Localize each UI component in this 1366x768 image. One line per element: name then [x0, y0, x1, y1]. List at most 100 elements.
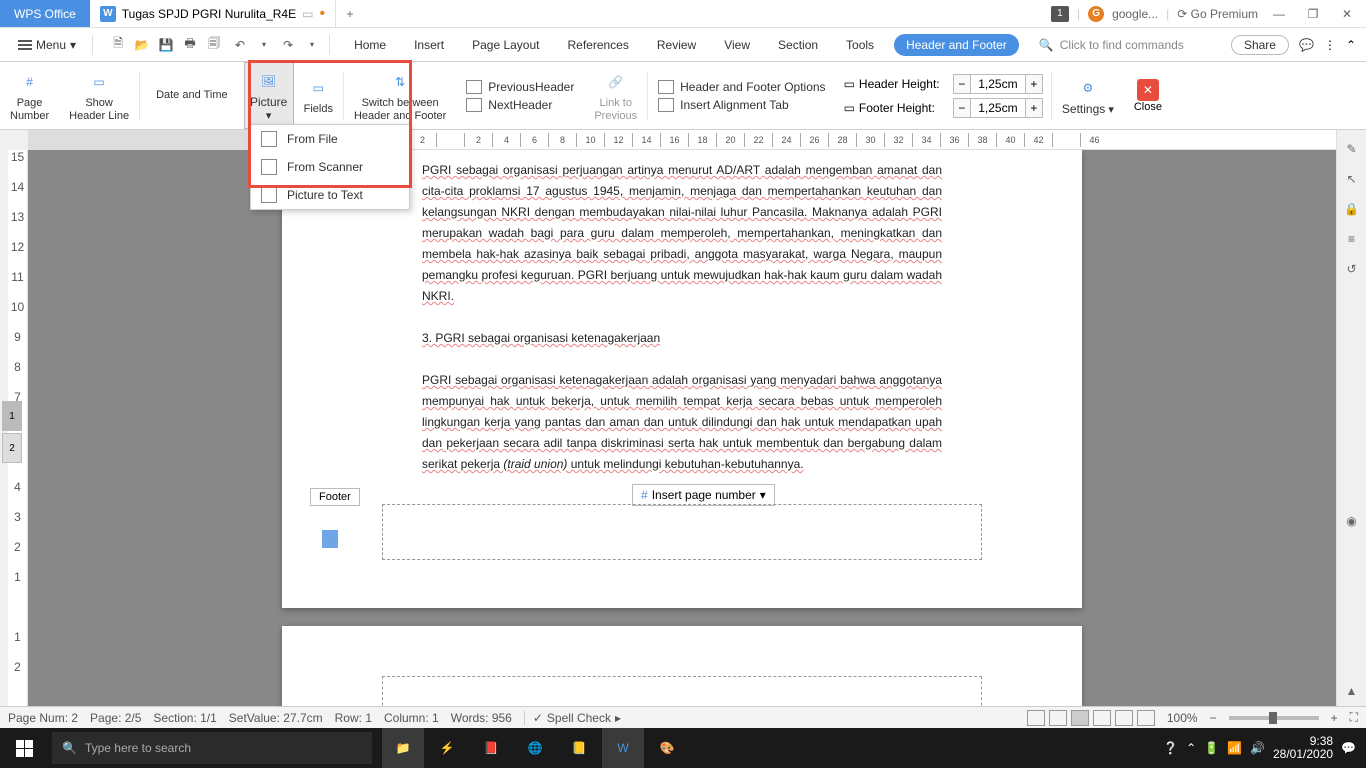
start-button[interactable]	[0, 728, 48, 768]
status-row[interactable]: Row: 1	[335, 711, 372, 725]
tray-expand-icon[interactable]: ⌃	[1186, 741, 1196, 755]
reading-view-icon[interactable]	[1049, 710, 1067, 726]
main-menu-button[interactable]: Menu ▾	[8, 34, 86, 56]
docs-count-badge[interactable]: 1	[1051, 6, 1069, 22]
redo-icon[interactable]: ↷	[277, 34, 299, 56]
print-layout-icon[interactable]	[1071, 710, 1089, 726]
sticky-notes-icon[interactable]: 📒	[558, 728, 600, 768]
app-name-tab[interactable]: WPS Office	[0, 0, 90, 27]
scroll-handle-icon[interactable]: ◉	[1343, 512, 1361, 530]
command-search[interactable]: 🔍 Click to find commands	[1039, 38, 1231, 52]
status-words[interactable]: Words: 956	[451, 711, 512, 725]
zoom-slider[interactable]	[1229, 716, 1319, 720]
horizontal-ruler[interactable]: 2246810121416182022242628303234363840424…	[28, 130, 1336, 150]
eye-protect-icon[interactable]	[1137, 710, 1155, 726]
increment-button[interactable]: +	[1025, 74, 1043, 94]
tab-section[interactable]: Section	[770, 32, 826, 58]
status-column[interactable]: Column: 1	[384, 711, 439, 725]
battery-icon[interactable]: 🔋	[1204, 741, 1219, 755]
taskbar-search[interactable]: 🔍 Type here to search	[52, 732, 372, 764]
history-icon[interactable]: ↺	[1343, 260, 1361, 278]
notifications-icon[interactable]: 💬	[1341, 741, 1356, 755]
tab-page-layout[interactable]: Page Layout	[464, 32, 547, 58]
more-icon[interactable]: ⋮	[1324, 38, 1336, 52]
header-height-spinner[interactable]: − 1,25cm +	[953, 74, 1043, 94]
paint-icon[interactable]: 🎨	[646, 728, 688, 768]
menu-picture-to-text[interactable]: Picture to Text	[251, 181, 409, 209]
hf-options-button[interactable]: Header and Footer Options	[658, 80, 825, 94]
page-nav-1[interactable]: 1	[2, 401, 22, 431]
taskbar-clock[interactable]: 9:38 28/01/2020	[1273, 735, 1333, 761]
decrement-button[interactable]: −	[953, 98, 971, 118]
google-account-icon[interactable]: G	[1088, 6, 1104, 22]
status-setvalue[interactable]: SetValue: 27.7cm	[229, 711, 323, 725]
app-icon-2[interactable]: 📕	[470, 728, 512, 768]
collapse-ribbon-icon[interactable]: ⌃	[1346, 38, 1356, 52]
undo-dropdown-icon[interactable]: ▾	[253, 34, 275, 56]
print-preview-icon[interactable]: 🗐	[203, 34, 225, 56]
status-page[interactable]: Page: 2/5	[90, 711, 141, 725]
menu-from-file[interactable]: From File	[251, 125, 409, 153]
chrome-icon[interactable]: 🌐	[514, 728, 556, 768]
feedback-icon[interactable]: 💬	[1299, 38, 1314, 52]
spell-check-button[interactable]: ✓ Spell Check ▸	[524, 711, 621, 725]
google-label[interactable]: google...	[1112, 7, 1158, 21]
previous-header-button[interactable]: PreviousHeader	[466, 80, 574, 94]
tab-review[interactable]: Review	[649, 32, 704, 58]
picture-button[interactable]: 🖼 Picture ▾	[244, 62, 294, 129]
date-time-button[interactable]: Date and Time	[140, 62, 244, 129]
increment-button[interactable]: +	[1025, 98, 1043, 118]
show-header-line-button[interactable]: ▭ Show Header Line	[59, 62, 139, 129]
fit-page-icon[interactable]: ⛶	[1350, 710, 1358, 725]
paragraph-panel-icon[interactable]: ≡	[1343, 230, 1361, 248]
zoom-value[interactable]: 100%	[1167, 711, 1198, 725]
minimize-button[interactable]: —	[1266, 4, 1292, 24]
tab-references[interactable]: References	[559, 32, 636, 58]
web-layout-icon[interactable]	[1115, 710, 1133, 726]
close-window-button[interactable]: ✕	[1334, 4, 1360, 24]
new-doc-icon[interactable]: 🗎	[107, 34, 129, 56]
go-premium-button[interactable]: ⟳ Go Premium	[1177, 7, 1258, 21]
tab-menu-icon[interactable]: ▭	[302, 7, 313, 21]
fields-button[interactable]: ▭ Fields	[294, 62, 343, 129]
page-nav-2[interactable]: 2	[2, 433, 22, 463]
save-icon[interactable]: 💾	[155, 34, 177, 56]
settings-button[interactable]: ⚙ Settings ▾	[1052, 62, 1124, 129]
document-tab[interactable]: W Tugas SPJD PGRI Nurulita_R4E ▭ •	[90, 0, 336, 27]
insert-page-number-button[interactable]: # Insert page number ▾	[632, 484, 775, 506]
print-icon[interactable]: 🖶	[179, 34, 201, 56]
zoom-in-button[interactable]: +	[1331, 711, 1338, 725]
footer-label-tab[interactable]: Footer	[310, 488, 360, 506]
status-page-num[interactable]: Page Num: 2	[8, 711, 78, 725]
next-header-button[interactable]: NextHeader	[466, 98, 574, 112]
menu-from-scanner[interactable]: From Scanner	[251, 153, 409, 181]
tab-header-footer[interactable]: Header and Footer	[894, 34, 1019, 56]
switch-header-footer-button[interactable]: ⇅ Switch between Header and Footer	[344, 62, 456, 129]
file-explorer-icon[interactable]: 📁	[382, 728, 424, 768]
outline-view-icon[interactable]	[1093, 710, 1111, 726]
restore-button[interactable]: ❐	[1300, 4, 1326, 24]
footer-content-icon[interactable]	[322, 530, 338, 548]
open-icon[interactable]: 📂	[131, 34, 153, 56]
pencil-tool-icon[interactable]: ✎	[1343, 140, 1361, 158]
volume-icon[interactable]: 🔊	[1250, 741, 1265, 755]
wps-writer-taskbar-icon[interactable]: W	[602, 728, 644, 768]
header-height-value[interactable]: 1,25cm	[971, 74, 1025, 94]
footer-height-spinner[interactable]: − 1,25cm +	[953, 98, 1043, 118]
redo-dropdown-icon[interactable]: ▾	[301, 34, 323, 56]
new-tab-button[interactable]: +	[336, 0, 364, 27]
status-section[interactable]: Section: 1/1	[153, 711, 216, 725]
page-number-button[interactable]: # Page Number	[0, 62, 59, 129]
share-button[interactable]: Share	[1231, 35, 1289, 55]
footer-height-value[interactable]: 1,25cm	[971, 98, 1025, 118]
app-icon-1[interactable]: ⚡	[426, 728, 468, 768]
close-header-footer-button[interactable]: ✕ Close	[1124, 79, 1172, 113]
page-up-icon[interactable]: ▲	[1343, 682, 1361, 700]
help-tray-icon[interactable]: ❔	[1163, 741, 1178, 755]
footer-edit-area[interactable]	[382, 504, 982, 560]
tab-tools[interactable]: Tools	[838, 32, 882, 58]
fullscreen-icon[interactable]	[1027, 710, 1045, 726]
document-canvas[interactable]: PGRI sebagai organisasi perjuangan artin…	[28, 150, 1336, 730]
insert-alignment-tab-button[interactable]: Insert Alignment Tab	[658, 98, 825, 112]
select-tool-icon[interactable]: ↖	[1343, 170, 1361, 188]
